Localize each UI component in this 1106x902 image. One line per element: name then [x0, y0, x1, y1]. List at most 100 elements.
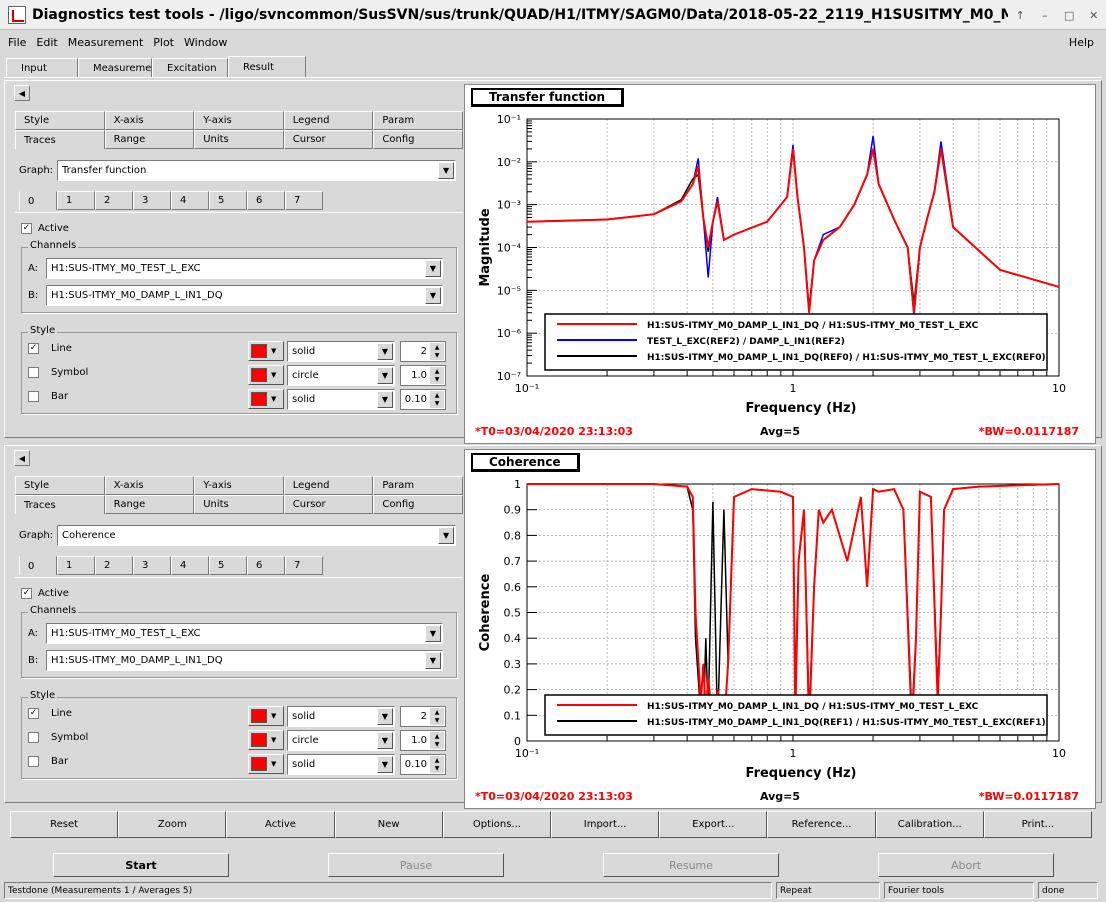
chevron-down-icon[interactable]: ▼ — [438, 527, 455, 544]
options-button[interactable]: Options... — [442, 811, 552, 838]
trace-tab-7[interactable]: 7 — [285, 191, 323, 210]
subtab-style[interactable]: Style — [15, 111, 105, 130]
subtab-legend[interactable]: Legend — [283, 476, 374, 495]
reset-button[interactable]: Reset — [10, 811, 119, 838]
menu-window[interactable]: Window — [184, 36, 227, 49]
subtab-y-axis[interactable]: Y-axis — [194, 476, 284, 495]
spinner-arrows-icon[interactable]: ▲ ▼ — [430, 343, 444, 360]
symbol-style-select[interactable]: circle ▼ — [287, 365, 395, 386]
menu-help[interactable]: Help — [1069, 36, 1094, 49]
chevron-down-icon[interactable]: ▼ — [425, 652, 441, 669]
trace-tab-2[interactable]: 2 — [95, 191, 133, 210]
spinner-arrows-icon[interactable]: ▲ ▼ — [430, 732, 444, 749]
menu-measurement[interactable]: Measurement — [68, 36, 144, 49]
close-icon[interactable]: ✕ — [1085, 6, 1103, 24]
line-color-button[interactable]: ▼ — [248, 706, 284, 726]
trace-tab-7[interactable]: 7 — [285, 556, 323, 575]
subtab-config[interactable]: Config — [373, 495, 463, 514]
menu-file[interactable]: File — [8, 36, 26, 49]
bar-color-button[interactable]: ▼ — [248, 389, 284, 409]
symbol-color-button[interactable]: ▼ — [248, 730, 284, 750]
plot-canvas[interactable]: 10⁻¹ 10⁻² 10⁻³ 10⁻⁴ 10⁻⁵ 10⁻⁶ 10⁻⁷ 10⁻¹ 1 10 Frequ… — [464, 84, 1096, 444]
subtab-cursor[interactable]: Cursor — [283, 495, 374, 514]
symbol-style-select[interactable]: circle ▼ — [287, 730, 395, 751]
chevron-down-icon[interactable]: ▼ — [425, 260, 441, 277]
reference-button[interactable]: Reference... — [767, 811, 876, 838]
trace-tab-4[interactable]: 4 — [171, 556, 209, 575]
bar-color-button[interactable]: ▼ — [248, 754, 284, 774]
trace-tab-1[interactable]: 1 — [57, 191, 95, 210]
subtab-traces[interactable]: Traces — [15, 130, 105, 149]
symbol-color-button[interactable]: ▼ — [248, 365, 284, 385]
channel-a-select[interactable]: H1:SUS-ITMY_M0_TEST_L_EXC ▼ — [46, 258, 443, 279]
chevron-down-icon[interactable]: ▼ — [377, 343, 393, 360]
active-button[interactable]: Active — [226, 811, 335, 838]
subtab-param[interactable]: Param — [373, 476, 463, 495]
raise-icon[interactable]: ↑ — [1011, 6, 1029, 24]
line-color-button[interactable]: ▼ — [248, 341, 284, 361]
bar-style-select[interactable]: solid ▼ — [287, 389, 395, 410]
chevron-down-icon[interactable]: ▼ — [377, 732, 393, 749]
subtab-y-axis[interactable]: Y-axis — [194, 111, 284, 130]
plot-canvas[interactable]: 1 0.9 0.8 0.7 0.6 0.5 0.4 0.3 0.2 0.1 0 10⁻¹ 1 10 Freq… — [464, 449, 1096, 809]
symbol-size-spinner[interactable]: 1.0 ▲ ▼ — [400, 365, 446, 386]
trace-tab-4[interactable]: 4 — [171, 191, 209, 210]
line-size-spinner[interactable]: 2 ▲ ▼ — [400, 341, 446, 362]
trace-tab-6[interactable]: 6 — [247, 556, 285, 575]
subtab-units[interactable]: Units — [194, 130, 284, 149]
symbol-size-spinner[interactable]: 1.0 ▲ ▼ — [400, 730, 446, 751]
new-button[interactable]: New — [334, 811, 443, 838]
subtab-range[interactable]: Range — [104, 130, 195, 149]
start-button[interactable]: Start — [53, 853, 229, 877]
subtab-legend[interactable]: Legend — [283, 111, 374, 130]
chevron-down-icon[interactable]: ▼ — [377, 391, 393, 408]
bar-size-spinner[interactable]: 0.10 ▲ ▼ — [400, 754, 446, 775]
pause-button[interactable]: Pause — [328, 853, 504, 877]
trace-tab-0[interactable]: 0 — [19, 191, 57, 210]
active-checkbox[interactable]: ✓ — [21, 588, 32, 599]
tab-input[interactable]: Input — [6, 58, 78, 78]
import-button[interactable]: Import... — [551, 811, 660, 838]
subtab-style[interactable]: Style — [15, 476, 105, 495]
chevron-down-icon[interactable]: ▼ — [377, 367, 393, 384]
graph-select[interactable]: Coherence ▼ — [57, 525, 457, 546]
spinner-arrows-icon[interactable]: ▲ ▼ — [430, 756, 444, 773]
subtab-traces[interactable]: Traces — [15, 495, 105, 514]
maximize-icon[interactable]: □ — [1060, 6, 1078, 24]
subtab-x-axis[interactable]: X-axis — [104, 476, 195, 495]
subtab-x-axis[interactable]: X-axis — [104, 111, 195, 130]
symbol-checkbox[interactable] — [28, 367, 39, 378]
bar-style-select[interactable]: solid ▼ — [287, 754, 395, 775]
chevron-down-icon[interactable]: ▼ — [377, 756, 393, 773]
subtab-config[interactable]: Config — [373, 130, 463, 149]
trace-tab-0[interactable]: 0 — [19, 556, 57, 575]
active-checkbox[interactable]: ✓ — [21, 223, 32, 234]
menu-edit[interactable]: Edit — [36, 36, 57, 49]
tab-measurement[interactable]: Measurement — [78, 58, 162, 78]
chevron-down-icon[interactable]: ▼ — [438, 162, 455, 179]
line-checkbox[interactable]: ✓ — [28, 343, 39, 354]
trace-tab-6[interactable]: 6 — [247, 191, 285, 210]
trace-tab-5[interactable]: 5 — [209, 556, 247, 575]
trace-tab-5[interactable]: 5 — [209, 191, 247, 210]
channel-b-select[interactable]: H1:SUS-ITMY_M0_DAMP_L_IN1_DQ ▼ — [46, 650, 443, 671]
graph-select[interactable]: Transfer function ▼ — [57, 160, 457, 181]
line-style-select[interactable]: solid ▼ — [287, 706, 395, 727]
abort-button[interactable]: Abort — [878, 853, 1054, 877]
trace-tab-1[interactable]: 1 — [57, 556, 95, 575]
chevron-down-icon[interactable]: ▼ — [425, 625, 441, 642]
resume-button[interactable]: Resume — [603, 853, 779, 877]
collapse-toggle-button[interactable]: ◀ — [14, 450, 30, 466]
minimize-icon[interactable]: – — [1036, 6, 1054, 24]
zoom-button[interactable]: Zoom — [118, 811, 227, 838]
tab-excitation[interactable]: Excitation — [152, 58, 228, 78]
subtab-param[interactable]: Param — [373, 111, 463, 130]
export-button[interactable]: Export... — [659, 811, 768, 838]
trace-tab-3[interactable]: 3 — [133, 556, 171, 575]
print-button[interactable]: Print... — [983, 811, 1093, 838]
menu-plot[interactable]: Plot — [153, 36, 174, 49]
chevron-down-icon[interactable]: ▼ — [377, 708, 393, 725]
collapse-toggle-button[interactable]: ◀ — [14, 85, 30, 101]
channel-a-select[interactable]: H1:SUS-ITMY_M0_TEST_L_EXC ▼ — [46, 623, 443, 644]
line-size-spinner[interactable]: 2 ▲ ▼ — [400, 706, 446, 727]
